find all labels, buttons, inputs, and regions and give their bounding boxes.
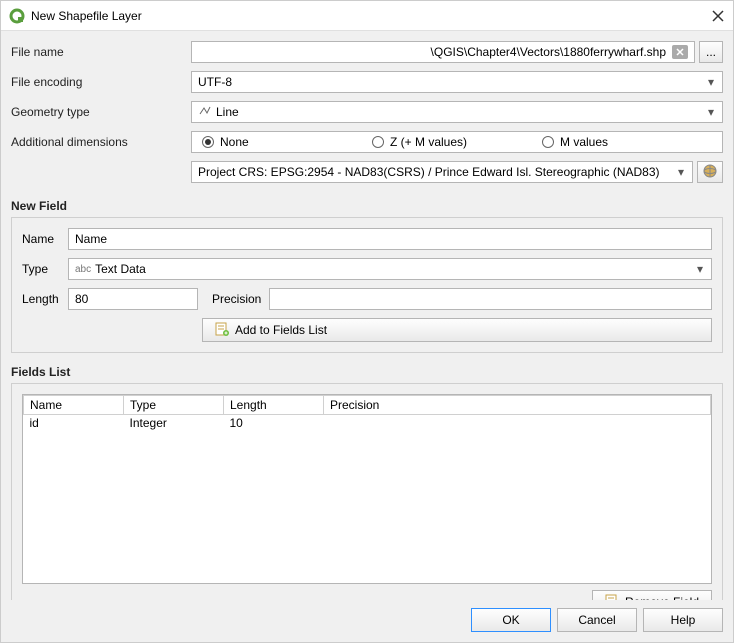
- file-name-value: \QGIS\Chapter4\Vectors\1880ferrywharf.sh…: [431, 45, 666, 59]
- field-type-value: Text Data: [95, 262, 146, 276]
- file-encoding-label: File encoding: [11, 75, 191, 89]
- field-precision-label: Precision: [202, 292, 265, 306]
- chevron-down-icon: ▾: [704, 105, 718, 119]
- geometry-type-value: Line: [216, 105, 239, 119]
- radio-none-label: None: [220, 135, 249, 149]
- dialog-footer: OK Cancel Help: [1, 600, 733, 642]
- file-name-input[interactable]: \QGIS\Chapter4\Vectors\1880ferrywharf.sh…: [191, 41, 695, 63]
- radio-z-label: Z (+ M values): [390, 135, 467, 149]
- fields-list-section-title: Fields List: [11, 365, 723, 379]
- chevron-down-icon: ▾: [674, 165, 688, 179]
- close-button[interactable]: [711, 9, 725, 23]
- geometry-type-combo[interactable]: Line ▾: [191, 101, 723, 123]
- file-encoding-value: UTF-8: [198, 75, 704, 89]
- crs-value: Project CRS: EPSG:2954 - NAD83(CSRS) / P…: [198, 165, 674, 179]
- new-field-group: Name Type abc Text Data ▾ Length Precisi…: [11, 217, 723, 353]
- dialog-new-shapefile-layer: New Shapefile Layer File name \QGIS\Chap…: [0, 0, 734, 643]
- window-title: New Shapefile Layer: [31, 9, 711, 23]
- fields-table[interactable]: Name Type Length Precision idInteger10: [22, 394, 712, 584]
- add-field-icon: [215, 322, 229, 339]
- col-length[interactable]: Length: [224, 396, 324, 415]
- chevron-down-icon: ▾: [693, 262, 707, 276]
- radio-icon: [372, 136, 384, 148]
- additional-dimensions-group: None Z (+ M values) M values: [191, 131, 723, 153]
- cell-length: 10: [224, 415, 324, 432]
- cell-type: Integer: [124, 415, 224, 432]
- cancel-button[interactable]: Cancel: [557, 608, 637, 632]
- add-to-fields-list-button[interactable]: Add to Fields List: [202, 318, 712, 342]
- field-precision-input[interactable]: [269, 288, 712, 310]
- col-precision[interactable]: Precision: [324, 396, 711, 415]
- line-icon: [198, 104, 212, 121]
- globe-icon: [702, 163, 718, 182]
- field-name-input[interactable]: [68, 228, 712, 250]
- clear-icon[interactable]: [672, 45, 688, 59]
- chevron-down-icon: ▾: [704, 75, 718, 89]
- ok-button[interactable]: OK: [471, 608, 551, 632]
- help-button[interactable]: Help: [643, 608, 723, 632]
- field-type-combo[interactable]: abc Text Data ▾: [68, 258, 712, 280]
- col-name[interactable]: Name: [24, 396, 124, 415]
- radio-z[interactable]: Z (+ M values): [372, 135, 542, 149]
- radio-icon: [542, 136, 554, 148]
- radio-m[interactable]: M values: [542, 135, 608, 149]
- col-type[interactable]: Type: [124, 396, 224, 415]
- remove-field-button[interactable]: Remove Field: [592, 590, 712, 600]
- radio-icon: [202, 136, 214, 148]
- radio-m-label: M values: [560, 135, 608, 149]
- table-row[interactable]: idInteger10: [24, 415, 711, 432]
- browse-button[interactable]: ...: [699, 41, 723, 63]
- titlebar: New Shapefile Layer: [1, 1, 733, 31]
- field-name-label: Name: [22, 232, 64, 246]
- select-crs-button[interactable]: [697, 161, 723, 183]
- browse-label: ...: [706, 45, 716, 59]
- cell-precision: [324, 415, 711, 432]
- crs-combo[interactable]: Project CRS: EPSG:2954 - NAD83(CSRS) / P…: [191, 161, 693, 183]
- abc-icon: abc: [75, 264, 91, 275]
- additional-dimensions-label: Additional dimensions: [11, 135, 191, 149]
- geometry-type-label: Geometry type: [11, 105, 191, 119]
- new-field-section-title: New Field: [11, 199, 723, 213]
- cell-name: id: [24, 415, 124, 432]
- dialog-body: File name \QGIS\Chapter4\Vectors\1880fer…: [1, 31, 733, 600]
- field-length-label: Length: [22, 292, 64, 306]
- field-length-input[interactable]: [68, 288, 198, 310]
- fields-list-group: Name Type Length Precision idInteger10 R…: [11, 383, 723, 600]
- add-to-fields-list-label: Add to Fields List: [235, 323, 327, 337]
- file-name-label: File name: [11, 45, 191, 59]
- qgis-logo-icon: [9, 8, 25, 24]
- field-type-label: Type: [22, 262, 64, 276]
- radio-none[interactable]: None: [202, 135, 372, 149]
- file-encoding-combo[interactable]: UTF-8 ▾: [191, 71, 723, 93]
